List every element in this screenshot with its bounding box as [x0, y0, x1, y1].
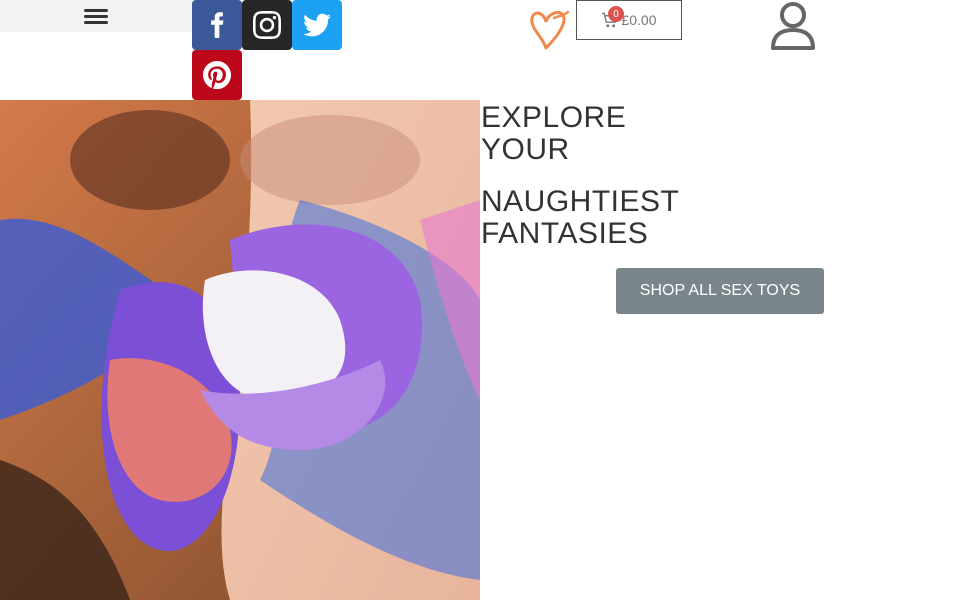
hero-title-line3: NAUGHTIEST	[481, 185, 680, 218]
heart-logo-icon[interactable]	[524, 6, 572, 54]
pinterest-link[interactable]	[192, 50, 242, 100]
cart-count-badge: 0	[608, 6, 624, 22]
menu-bar	[0, 0, 192, 32]
user-icon[interactable]	[768, 0, 818, 50]
facebook-icon	[211, 12, 224, 38]
hero-title-line2: YOUR	[481, 133, 570, 166]
hero-title-line4: FANTASIES	[481, 217, 649, 250]
facebook-link[interactable]	[192, 0, 242, 50]
pinterest-icon	[203, 61, 231, 89]
instagram-icon	[253, 11, 281, 39]
instagram-link[interactable]	[242, 0, 292, 50]
hero-title: EXPLORE YOUR NAUGHTIEST FANTASIES	[481, 102, 679, 250]
twitter-link[interactable]	[292, 0, 342, 50]
twitter-icon	[303, 13, 331, 37]
hero-title-line1: EXPLORE	[481, 101, 627, 134]
cart-total: £0.00	[621, 12, 657, 28]
hero-photo-lips	[0, 100, 480, 600]
cart-button[interactable]: £0.00 0	[576, 0, 682, 40]
hamburger-menu-icon[interactable]	[84, 6, 108, 26]
shop-all-button[interactable]: SHOP ALL SEX TOYS	[616, 268, 824, 314]
